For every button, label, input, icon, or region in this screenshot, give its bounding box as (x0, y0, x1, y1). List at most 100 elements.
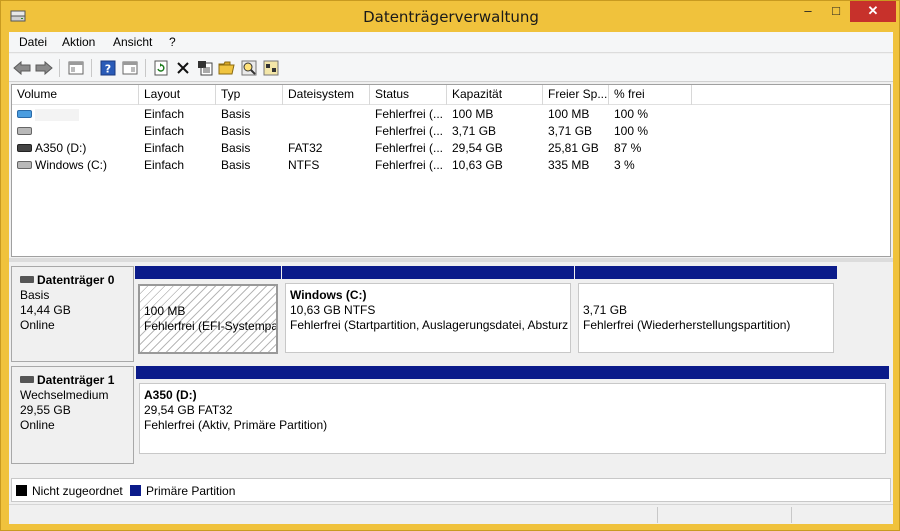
column-header-filesystem[interactable]: Dateisystem (283, 85, 370, 105)
open-folder-icon[interactable] (217, 58, 237, 78)
status-cell: Fehlerfrei (... (375, 141, 444, 155)
legend-swatch-primary (130, 485, 141, 496)
disk-state: Online (20, 318, 55, 332)
properties-icon[interactable] (195, 58, 215, 78)
back-arrow-icon[interactable] (12, 58, 32, 78)
table-row[interactable]: A350 (D:) Einfach Basis FAT32 Fehlerfrei… (12, 140, 890, 157)
close-button[interactable]: ✕ (850, 1, 896, 22)
partition-title: A350 (D:) (144, 388, 197, 402)
partition-box: Windows (C:) 10,63 GB NTFS Fehlerfrei (S… (285, 283, 571, 353)
column-header-volume[interactable]: Volume (12, 85, 139, 105)
partition-box: 3,71 GB Fehlerfrei (Wiederherstellungspa… (578, 283, 834, 353)
layout-cell: Einfach (144, 141, 185, 155)
volume-list[interactable]: Volume Layout Typ Dateisystem Status Kap… (11, 84, 891, 257)
percent-free-cell: 3 % (614, 158, 635, 172)
menu-bar: Datei Aktion Ansicht ? (9, 32, 893, 53)
status-cell: Fehlerfrei (... (375, 124, 444, 138)
partition-windows[interactable]: Windows (C:) 10,63 GB NTFS Fehlerfrei (S… (282, 266, 574, 358)
toolbar-separator (91, 59, 92, 77)
disk-size: 29,55 GB (20, 403, 71, 417)
explore-icon[interactable] (239, 58, 259, 78)
volume-cell: A350 (D:) (12, 140, 139, 157)
type-cell: Basis (221, 141, 251, 155)
volume-list-header: Volume Layout Typ Dateisystem Status Kap… (12, 85, 890, 105)
window-title: Datenträgerverwaltung (363, 8, 539, 26)
column-header-type[interactable]: Typ (216, 85, 283, 105)
rescan-icon[interactable] (261, 58, 281, 78)
toolbar-separator (59, 59, 60, 77)
column-header-percent-free[interactable]: % frei (609, 85, 692, 105)
forward-arrow-icon[interactable] (34, 58, 54, 78)
capacity-cell: 3,71 GB (452, 124, 497, 138)
delete-icon[interactable] (173, 58, 193, 78)
disk-state: Online (20, 418, 55, 432)
column-header-status[interactable]: Status (370, 85, 447, 105)
disk-1-info[interactable]: Datenträger 1 Wechselmedium 29,55 GB Onl… (11, 366, 134, 464)
volume-cell: Windows (C:) (12, 157, 139, 174)
help-icon[interactable]: ? (98, 58, 118, 78)
menu-aktion[interactable]: Aktion (62, 35, 95, 49)
app-window: Datenträgerverwaltung – □ ✕ Datei Aktion… (0, 0, 900, 531)
partition-box: A350 (D:) 29,54 GB FAT32 Fehlerfrei (Akt… (139, 383, 886, 454)
type-cell: Basis (221, 107, 251, 121)
disk-0-partitions: 100 MB Fehlerfrei (EFI-Systempar Windows… (134, 266, 842, 362)
volume-name: Windows (C:) (35, 158, 108, 172)
layout-cell: Einfach (144, 107, 185, 121)
legend-swatch-unallocated (16, 485, 27, 496)
minimize-button[interactable]: – (794, 1, 822, 22)
disk-name: Datenträger 0 (37, 273, 115, 287)
partition-size: 29,54 GB FAT32 (144, 403, 233, 417)
capacity-cell: 100 MB (452, 107, 494, 121)
client-area: Datei Aktion Ansicht ? ? Volume Layout T… (9, 32, 893, 524)
free-space-cell: 335 MB (548, 158, 590, 172)
type-cell: Basis (221, 158, 251, 172)
disk-0-info[interactable]: Datenträger 0 Basis 14,44 GB Online (11, 266, 134, 362)
disk-graph-view: Datenträger 0 Basis 14,44 GB Online 100 … (11, 262, 891, 487)
refresh-icon[interactable] (151, 58, 171, 78)
partition-efi[interactable]: 100 MB Fehlerfrei (EFI-Systempar (135, 266, 281, 358)
status-bar-divider (657, 507, 658, 523)
disk-icon (20, 276, 34, 284)
column-header-capacity[interactable]: Kapazität (447, 85, 543, 105)
partition-recovery[interactable]: 3,71 GB Fehlerfrei (Wiederherstellungspa… (575, 266, 837, 358)
percent-free-cell: 87 % (614, 141, 642, 155)
toolbar-separator (145, 59, 146, 77)
menu-help[interactable]: ? (169, 35, 176, 49)
status-bar (9, 504, 893, 524)
disk-type: Wechselmedium (20, 388, 109, 402)
partition-size: 100 MB (144, 304, 186, 318)
legend-label: Nicht zugeordnet (32, 484, 123, 498)
menu-datei[interactable]: Datei (19, 35, 47, 49)
table-row[interactable]: Einfach Basis Fehlerfrei (... 3,71 GB 3,… (12, 123, 890, 140)
layout-cell: Einfach (144, 124, 185, 138)
volume-cell (12, 106, 139, 123)
table-row[interactable]: Einfach Basis Fehlerfrei (... 100 MB 100… (12, 106, 890, 123)
partition-status: Fehlerfrei (Startpartition, Auslagerungs… (290, 318, 569, 332)
properties-view-icon[interactable] (120, 58, 140, 78)
column-header-layout[interactable]: Layout (139, 85, 216, 105)
capacity-cell: 10,63 GB (452, 158, 503, 172)
legend: Nicht zugeordnet Primäre Partition (11, 478, 891, 502)
partition-bar (282, 266, 574, 279)
layout-cell: Einfach (144, 158, 185, 172)
disk-name: Datenträger 1 (37, 373, 115, 387)
partition-size: 10,63 GB NTFS (290, 303, 376, 317)
status-cell: Fehlerfrei (... (375, 107, 444, 121)
toolbar: ? (9, 54, 893, 82)
free-space-cell: 3,71 GB (548, 124, 593, 138)
table-row[interactable]: Windows (C:) Einfach Basis NTFS Fehlerfr… (12, 157, 890, 174)
filesystem-cell: FAT32 (288, 141, 323, 155)
percent-free-cell: 100 % (614, 124, 649, 138)
title-bar[interactable]: Datenträgerverwaltung – □ ✕ (1, 1, 900, 32)
partition-a350[interactable]: A350 (D:) 29,54 GB FAT32 Fehlerfrei (Akt… (136, 366, 889, 460)
column-header-free-space[interactable]: Freier Sp... (543, 85, 609, 105)
status-bar-divider (791, 507, 792, 523)
volume-name (35, 108, 79, 121)
maximize-button[interactable]: □ (822, 1, 850, 22)
partition-status: Fehlerfrei (Aktiv, Primäre Partition) (144, 418, 328, 432)
menu-ansicht[interactable]: Ansicht (113, 35, 152, 49)
disk-icon (20, 376, 34, 384)
free-space-cell: 100 MB (548, 107, 590, 121)
console-tree-icon[interactable] (66, 58, 86, 78)
type-cell: Basis (221, 124, 251, 138)
